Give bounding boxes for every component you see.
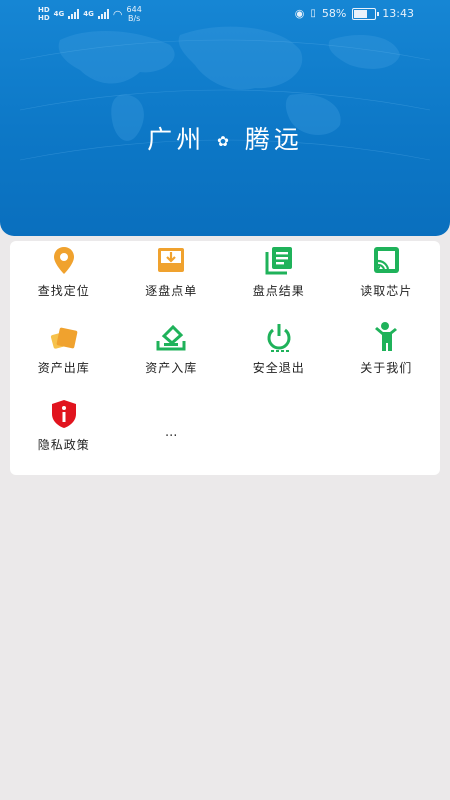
person-icon: [375, 322, 398, 351]
wifi-icon: ◠: [112, 7, 123, 21]
battery-icon: [352, 7, 380, 20]
menu-item-label: 盘点结果: [252, 284, 305, 298]
menu-item-label: 安全退出: [252, 361, 305, 375]
menu-item-label: 关于我们: [360, 361, 413, 375]
menu-item-label: 资产出库: [37, 361, 90, 375]
more-label: ...: [165, 425, 178, 440]
network-speed: 644 B/s: [127, 5, 142, 23]
menu-grid: 查找定位 逐盘点单 盘点结果 读取芯片 资产出库 资产入库 安全退出 关于我们 …: [10, 241, 440, 472]
header-banner: HD HD 4G 4G ◠ 644 B/s ◉ ▯ 58% 13:43 广州 ✿ 腾…: [0, 0, 450, 236]
menu-item-find-location[interactable]: 查找定位: [10, 241, 118, 318]
status-bar: HD HD 4G 4G ◠ 644 B/s ◉ ▯ 58% 13:43: [0, 0, 450, 30]
menu-item-privacy-policy[interactable]: 隐私政策: [10, 395, 118, 472]
menu-item-label: 资产入库: [145, 361, 198, 375]
banner-title-left: 广州: [147, 125, 206, 154]
hd-label-2: HD: [38, 14, 50, 22]
network-type-2: 4G: [83, 10, 94, 18]
eye-icon: ◉: [294, 7, 305, 20]
hd-label-1: HD: [38, 6, 50, 14]
menu-item-label: 查找定位: [37, 284, 90, 298]
flower-icon: ✿: [217, 133, 233, 150]
menu-item-label: 隐私政策: [37, 438, 90, 452]
asset-cards-icon: [50, 327, 78, 349]
clock: 13:43: [382, 7, 414, 20]
menu-item-inventory-result[interactable]: 盘点结果: [225, 241, 333, 318]
cast-screen-icon: [374, 247, 400, 273]
document-list-icon: [265, 247, 292, 275]
network-type-1: 4G: [53, 10, 65, 18]
inbox-tray-icon: [158, 248, 185, 272]
menu-card: 查找定位 逐盘点单 盘点结果 读取芯片 资产出库 资产入库 安全退出 关于我们 …: [10, 241, 440, 475]
shield-info-icon: [51, 400, 76, 428]
world-map-background: [19, 26, 431, 161]
network-speed-value: 644: [126, 5, 142, 14]
menu-item-inventory-order[interactable]: 逐盘点单: [118, 241, 226, 318]
banner-title-right: 腾远: [244, 125, 303, 154]
menu-item-read-chip[interactable]: 读取芯片: [333, 241, 441, 318]
stack-in-icon: [156, 324, 186, 351]
menu-item-safe-exit[interactable]: 安全退出: [225, 318, 333, 395]
location-pin-icon: [53, 247, 74, 274]
power-icon: [267, 324, 291, 352]
vibrate-icon: ▯: [310, 8, 316, 19]
signal-icon-2: [97, 9, 109, 19]
menu-item-label: 读取芯片: [360, 284, 413, 298]
menu-item-more[interactable]: ...: [118, 395, 226, 472]
menu-item-asset-out[interactable]: 资产出库: [10, 318, 118, 395]
banner-title: 广州 ✿ 腾远: [0, 120, 450, 156]
signal-icon-1: [68, 9, 80, 19]
battery-percent: 58%: [321, 7, 347, 20]
menu-item-about-us[interactable]: 关于我们: [333, 318, 441, 395]
network-speed-unit: B/s: [127, 14, 141, 23]
menu-item-label: 逐盘点单: [145, 284, 198, 298]
menu-item-asset-in[interactable]: 资产入库: [118, 318, 226, 395]
hd-indicator: HD HD: [38, 6, 50, 22]
